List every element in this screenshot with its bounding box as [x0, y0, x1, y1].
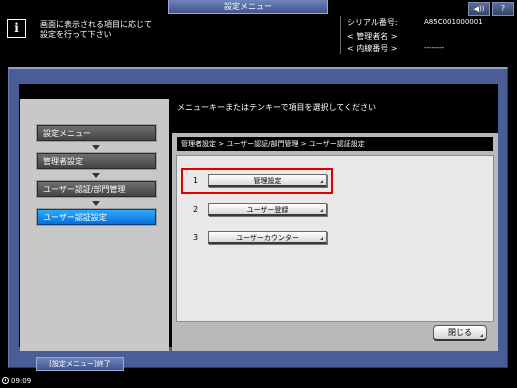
info-icon: i — [7, 19, 26, 38]
down-arrow-icon — [92, 173, 100, 178]
down-arrow-icon — [92, 201, 100, 206]
breadcrumb-admin-settings[interactable]: 管理者設定 — [37, 153, 156, 169]
clock-icon — [2, 377, 9, 384]
breadcrumb-settings-menu[interactable]: 設定メニュー — [37, 125, 156, 141]
serial-number-label: シリアル番号: — [347, 18, 398, 27]
selection-prompt: メニューキーまたはテンキーで項目を選択してください — [177, 103, 377, 112]
user-counter-button[interactable]: ユーザーカウンター — [208, 231, 327, 244]
current-path: 管理者設定 > ユーザー認証/部門管理 > ユーザー認証設定 — [177, 137, 493, 151]
breadcrumb-user-auth-account[interactable]: ユーザー認証/部門管理 — [37, 181, 156, 197]
extension-number-label: < 内線番号 > — [347, 44, 398, 53]
guidance-message-line1: 画面に表示される項目に応じて — [40, 20, 152, 29]
speaker-icon[interactable]: ◀)) — [468, 2, 490, 16]
clock-time: 09:09 — [11, 377, 32, 385]
help-icon[interactable]: ? — [492, 2, 514, 16]
header-divider — [340, 16, 341, 54]
menu-number-2: 2 — [193, 205, 199, 214]
down-arrow-icon — [92, 145, 100, 150]
guidance-message-line2: 設定を行って下さい — [40, 30, 112, 39]
breadcrumb-user-auth-settings[interactable]: ユーザー認証設定 — [37, 209, 156, 225]
extension-number-value: -------- — [424, 44, 445, 52]
exit-settings-menu-button[interactable]: [設定メニュー]終了 — [36, 357, 124, 371]
serial-number-value: A85C001000001 — [424, 18, 483, 26]
admin-name-label: < 管理者名 > — [347, 32, 398, 41]
selection-highlight — [181, 168, 333, 194]
close-button[interactable]: 閉じる — [433, 325, 487, 341]
window-title: 設定メニュー — [168, 0, 328, 14]
menu-number-3: 3 — [193, 233, 199, 242]
user-registration-button[interactable]: ユーザー登録 — [208, 203, 327, 216]
